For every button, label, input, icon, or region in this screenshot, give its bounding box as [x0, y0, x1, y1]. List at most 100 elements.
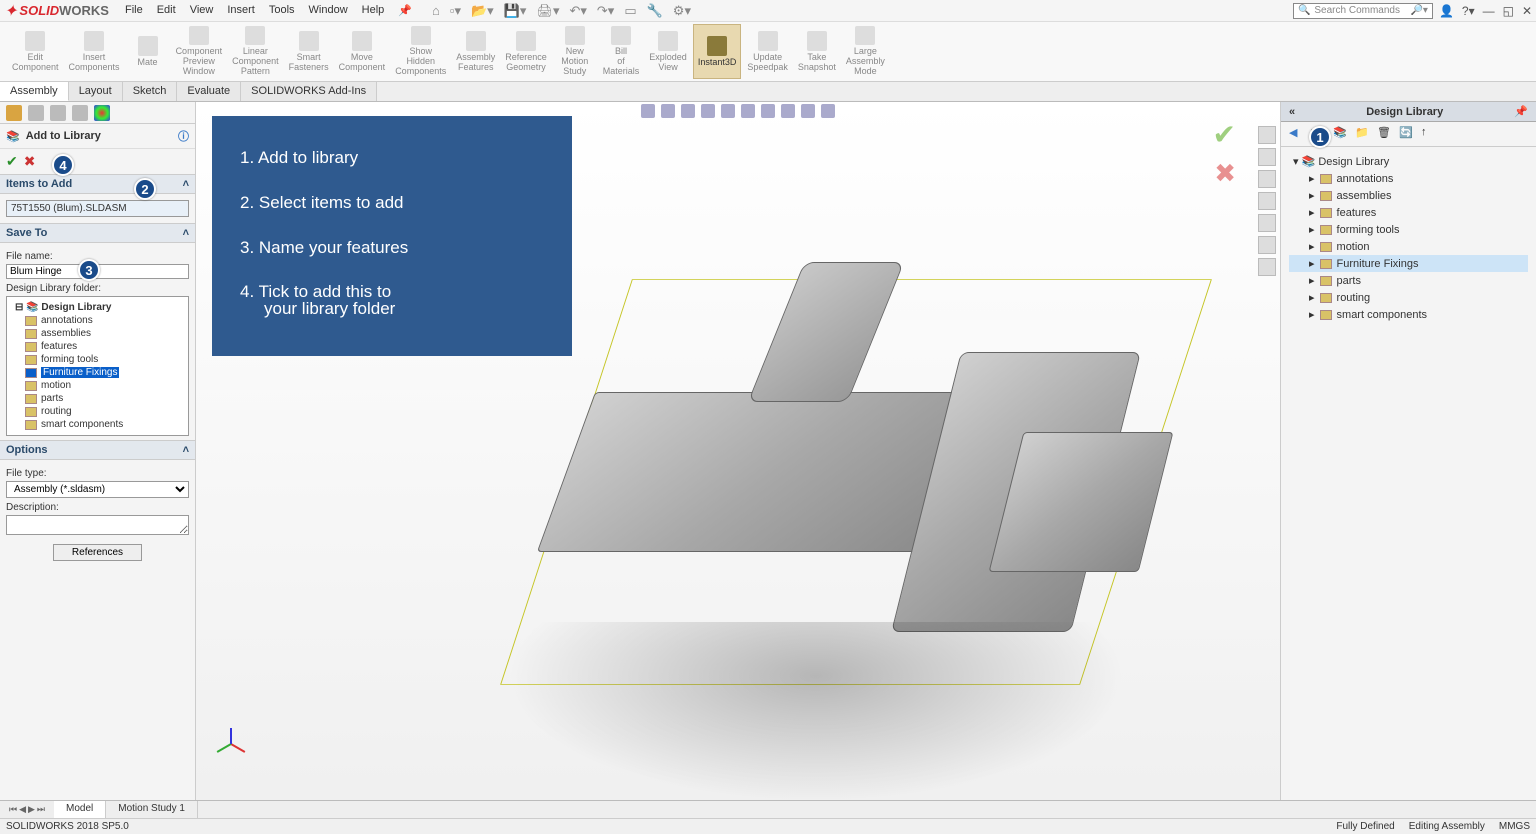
ribbon-update-speedpak[interactable]: UpdateSpeedpak: [743, 24, 792, 79]
restore-icon[interactable]: ◱: [1503, 4, 1514, 18]
rtree-item-assemblies[interactable]: ▸ assemblies: [1289, 187, 1528, 204]
rtree-root[interactable]: ▾ 📚 Design Library: [1289, 153, 1528, 170]
tab-assembly[interactable]: Assembly: [0, 82, 69, 101]
fm-tab-5[interactable]: [94, 105, 110, 121]
tab-nav-next-icon[interactable]: ▶: [28, 804, 35, 815]
fm-tab-3[interactable]: [50, 105, 66, 121]
ribbon-component-preview-window[interactable]: ComponentPreviewWindow: [172, 24, 227, 79]
cancel-large-icon[interactable]: ✖: [1214, 158, 1236, 189]
refresh-icon[interactable]: 🔄: [1399, 126, 1415, 142]
help-small-icon[interactable]: ⓘ: [178, 128, 189, 144]
references-button[interactable]: References: [53, 544, 142, 561]
scene-icon[interactable]: [801, 104, 815, 118]
ribbon-assembly-features[interactable]: AssemblyFeatures: [452, 24, 499, 79]
new-icon[interactable]: ▫▾: [450, 3, 461, 19]
print-icon[interactable]: 🖨▾: [536, 3, 559, 19]
tab-nav-prev-icon[interactable]: ◀: [19, 804, 26, 815]
home-icon[interactable]: ⌂: [432, 3, 440, 19]
save-to-header[interactable]: Save To ˄: [0, 223, 195, 243]
rtree-item-motion[interactable]: ▸ motion: [1289, 238, 1528, 255]
fm-tab-1[interactable]: [6, 105, 22, 121]
pin-icon[interactable]: 📌: [398, 4, 412, 17]
ribbon-show-hidden-components[interactable]: ShowHiddenComponents: [391, 24, 450, 79]
description-input[interactable]: [6, 515, 189, 535]
menu-edit[interactable]: Edit: [157, 4, 176, 17]
ribbon-reference-geometry[interactable]: ReferenceGeometry: [501, 24, 551, 79]
ribbon-mate[interactable]: Mate: [126, 24, 170, 79]
collapse-icon[interactable]: ˄: [183, 227, 189, 239]
filetype-select[interactable]: Assembly (*.sldasm): [6, 481, 189, 498]
ribbon-exploded-view[interactable]: ExplodedView: [645, 24, 691, 79]
status-units[interactable]: MMGS: [1499, 821, 1530, 832]
view-settings-icon[interactable]: [821, 104, 835, 118]
up-icon[interactable]: ↑: [1421, 126, 1437, 142]
section-icon[interactable]: [701, 104, 715, 118]
user-icon[interactable]: 👤: [1439, 4, 1454, 18]
zoom-area-icon[interactable]: [661, 104, 675, 118]
taskpane-property-icon[interactable]: [1258, 258, 1276, 276]
prev-view-icon[interactable]: [681, 104, 695, 118]
ribbon-bill-of-materials[interactable]: BillofMaterials: [599, 24, 644, 79]
appearance-icon[interactable]: [781, 104, 795, 118]
options-header[interactable]: Options ˄: [0, 440, 195, 460]
tree-root[interactable]: ⊟ 📚 Design Library: [11, 301, 184, 314]
redo-icon[interactable]: ↷▾: [597, 3, 614, 19]
close-icon[interactable]: ✕: [1522, 4, 1532, 18]
rtree-item-parts[interactable]: ▸ parts: [1289, 272, 1528, 289]
tab-nav-last-icon[interactable]: ⏭: [37, 804, 45, 815]
selected-item[interactable]: 75T1550 (Blum).SLDASM: [6, 200, 189, 217]
tab-sketch[interactable]: Sketch: [123, 82, 178, 101]
taskpane-view-icon[interactable]: [1258, 214, 1276, 232]
taskpane-appearance-icon[interactable]: [1258, 236, 1276, 254]
tab-nav-first-icon[interactable]: ⏮: [9, 804, 17, 815]
tree-item-assemblies[interactable]: assemblies: [11, 327, 184, 340]
design-library-tree[interactable]: ▾ 📚 Design Library▸ annotations▸ assembl…: [1281, 147, 1536, 329]
menu-file[interactable]: File: [125, 4, 143, 17]
undo-icon[interactable]: ↶▾: [569, 3, 586, 19]
menu-tools[interactable]: Tools: [269, 4, 295, 17]
tree-item-annotations[interactable]: annotations: [11, 314, 184, 327]
rtree-item-features[interactable]: ▸ features: [1289, 204, 1528, 221]
menu-view[interactable]: View: [190, 4, 214, 17]
rtree-item-smart-components[interactable]: ▸ smart components: [1289, 306, 1528, 323]
tree-item-parts[interactable]: parts: [11, 392, 184, 405]
cancel-button[interactable]: ✖: [24, 153, 36, 170]
items-to-add-header[interactable]: Items to Add ˄: [0, 174, 195, 194]
display-style-icon[interactable]: [741, 104, 755, 118]
tab-motion-study[interactable]: Motion Study 1: [106, 801, 198, 818]
ribbon-insert-components[interactable]: InsertComponents: [65, 24, 124, 79]
select-icon[interactable]: ▭: [624, 3, 636, 19]
rtree-item-routing[interactable]: ▸ routing: [1289, 289, 1528, 306]
hide-show-icon[interactable]: [761, 104, 775, 118]
help-icon[interactable]: ?▾: [1462, 4, 1475, 18]
ribbon-move-component[interactable]: MoveComponent: [335, 24, 390, 79]
ribbon-linear-component-pattern[interactable]: LinearComponentPattern: [228, 24, 283, 79]
pin-panel-icon[interactable]: 📌: [1514, 105, 1528, 118]
ribbon-instant3d[interactable]: Instant3D: [693, 24, 742, 79]
add-library-icon[interactable]: 📚: [1333, 126, 1349, 142]
tab-evaluate[interactable]: Evaluate: [177, 82, 241, 101]
open-icon[interactable]: 📂▾: [471, 3, 494, 19]
view-orient-icon[interactable]: [721, 104, 735, 118]
menu-window[interactable]: Window: [309, 4, 348, 17]
tree-item-motion[interactable]: motion: [11, 379, 184, 392]
collapse-icon[interactable]: ˄: [183, 444, 189, 456]
tab-solidworks-add-ins[interactable]: SOLIDWORKS Add-Ins: [241, 82, 377, 101]
ribbon-new-motion-study[interactable]: NewMotionStudy: [553, 24, 597, 79]
ribbon-large-assembly-mode[interactable]: LargeAssemblyMode: [842, 24, 889, 79]
ribbon-take-snapshot[interactable]: TakeSnapshot: [794, 24, 840, 79]
library-folder-tree[interactable]: ⊟ 📚 Design Libraryannotationsassemblies f…: [6, 296, 189, 436]
tab-layout[interactable]: Layout: [69, 82, 123, 101]
tree-item-routing[interactable]: routing: [11, 405, 184, 418]
taskpane-home-icon[interactable]: [1258, 126, 1276, 144]
rtree-item-furniture-fixings[interactable]: ▸ Furniture Fixings: [1289, 255, 1528, 272]
ribbon-edit-component[interactable]: EditComponent: [8, 24, 63, 79]
fm-tab-4[interactable]: [72, 105, 88, 121]
taskpane-explorer-icon[interactable]: [1258, 192, 1276, 210]
collapse-icon[interactable]: ˄: [183, 178, 189, 190]
delete-icon[interactable]: 🗑: [1377, 126, 1393, 142]
ok-button[interactable]: ✔: [6, 153, 18, 170]
taskpane-resources-icon[interactable]: [1258, 148, 1276, 166]
menu-insert[interactable]: Insert: [227, 4, 255, 17]
tree-item-forming-tools[interactable]: forming tools: [11, 353, 184, 366]
